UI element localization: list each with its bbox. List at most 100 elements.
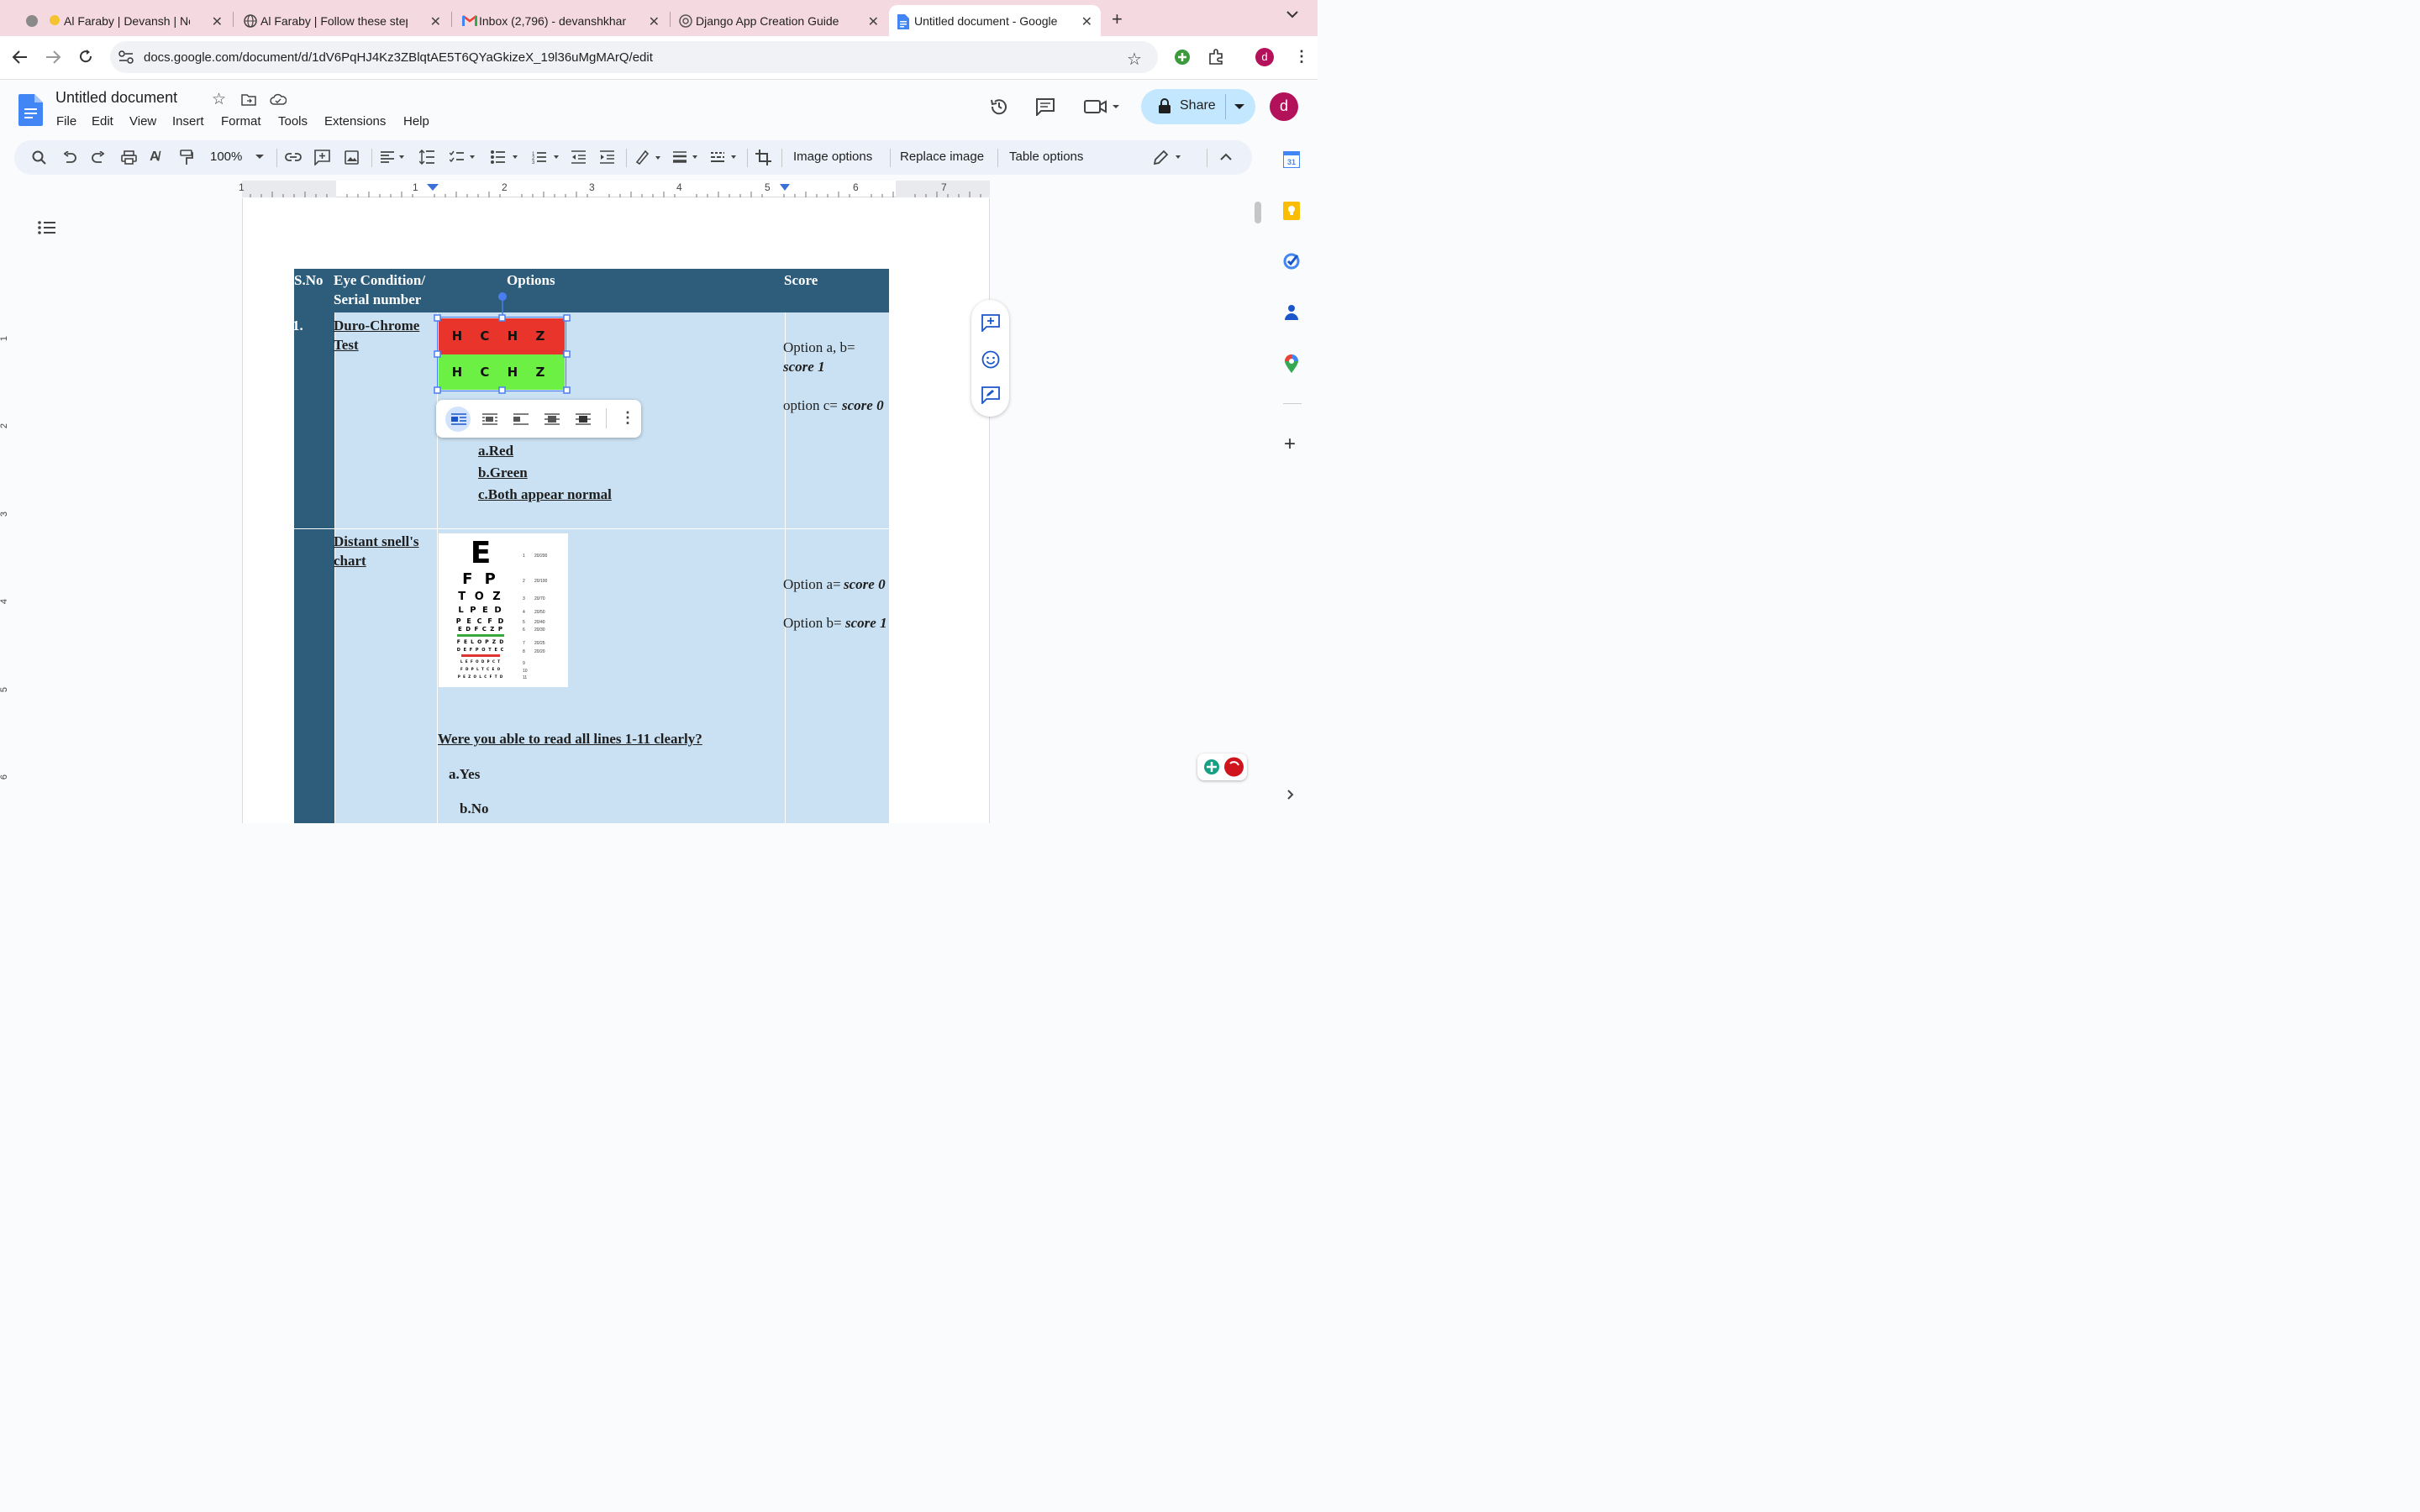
move-folder-icon[interactable] [241, 93, 256, 106]
vertical-ruler[interactable]: 1 2 3 4 5 6 [0, 198, 14, 823]
bulleted-list-icon[interactable] [491, 150, 521, 164]
tab-untitled-document[interactable]: Untitled document - Google D ✕ [889, 5, 1101, 36]
docs-logo-icon[interactable] [18, 94, 43, 126]
close-tab-icon[interactable]: ✕ [1081, 13, 1092, 30]
numbered-list-icon[interactable]: 123 [532, 150, 562, 164]
align-left-icon[interactable] [381, 151, 404, 163]
redo-icon[interactable] [92, 151, 105, 163]
editing-mode-icon[interactable] [1154, 150, 1182, 165]
star-icon[interactable]: ☆ [212, 90, 226, 109]
line-spacing-icon[interactable] [419, 150, 434, 165]
new-tab-icon[interactable]: + [1112, 8, 1123, 30]
tasks-icon[interactable] [1283, 253, 1300, 270]
grammar-extension-icon[interactable] [1203, 759, 1220, 775]
back-icon[interactable] [12, 50, 29, 65]
share-dropdown-icon[interactable] [1234, 104, 1244, 110]
reload-icon[interactable] [78, 49, 93, 64]
table-options-button[interactable]: Table options [1009, 150, 1083, 164]
tab-search-icon[interactable] [1286, 10, 1299, 18]
get-add-ons-icon[interactable]: + [1284, 433, 1296, 456]
document-outline-icon[interactable] [38, 220, 56, 235]
forward-icon[interactable] [45, 50, 61, 65]
keep-icon[interactable] [1283, 202, 1300, 220]
inline-layout-icon[interactable] [451, 413, 466, 425]
menu-help[interactable]: Help [403, 114, 429, 129]
menu-file[interactable]: File [56, 114, 76, 129]
show-side-panel-icon[interactable] [1287, 790, 1294, 800]
sno-cell[interactable] [294, 529, 334, 823]
snellen-ratio: 20/30 [534, 627, 545, 633]
account-avatar[interactable]: d [1270, 92, 1298, 121]
close-tab-icon[interactable]: ✕ [430, 13, 441, 30]
search-menus-icon[interactable] [32, 150, 46, 165]
behind-text-icon[interactable] [544, 413, 560, 425]
extensions-puzzle-icon[interactable] [1207, 49, 1224, 66]
scrollbar-thumb[interactable] [1255, 202, 1261, 223]
undo-icon[interactable] [63, 151, 76, 163]
document-title[interactable]: Untitled document [55, 89, 177, 107]
insert-link-icon[interactable] [285, 152, 302, 162]
break-text-icon[interactable] [513, 413, 529, 425]
close-tab-icon[interactable]: ✕ [868, 13, 879, 30]
bookmark-star-icon[interactable]: ☆ [1127, 49, 1142, 70]
spellcheck-icon[interactable]: A̸ [150, 150, 160, 165]
close-tab-icon[interactable]: ✕ [649, 13, 660, 30]
paint-format-icon[interactable] [180, 150, 193, 165]
border-color-icon[interactable] [635, 150, 662, 165]
extension-widget[interactable] [1197, 753, 1247, 780]
ruler-mark: 2 [0, 423, 10, 429]
print-icon[interactable] [121, 150, 137, 165]
extension-plus-icon[interactable] [1174, 49, 1191, 66]
meet-icon[interactable] [1084, 99, 1121, 114]
duochrome-image[interactable]: H C H Z C H C H Z C [434, 292, 571, 415]
menu-tools[interactable]: Tools [278, 114, 308, 129]
selection-handles[interactable] [434, 291, 571, 396]
collapse-menus-icon[interactable] [1220, 153, 1232, 160]
menu-view[interactable]: View [129, 114, 156, 129]
in-front-of-text-icon[interactable] [576, 413, 591, 425]
more-options-icon[interactable]: ⋮ [620, 409, 635, 427]
add-emoji-reaction-icon[interactable] [981, 350, 1000, 369]
site-settings-icon[interactable] [118, 50, 134, 64]
close-tab-icon[interactable]: ✕ [212, 13, 223, 30]
horizontal-ruler[interactable]: 1 1 2 3 4 5 6 7 [239, 181, 990, 197]
menu-extensions[interactable]: Extensions [324, 114, 386, 129]
menu-edit[interactable]: Edit [92, 114, 113, 129]
version-history-icon[interactable] [989, 97, 1009, 117]
image-options-button[interactable]: Image options [793, 150, 872, 164]
share-button[interactable]: Share [1141, 89, 1255, 124]
maps-icon[interactable] [1285, 354, 1298, 373]
condition-cell[interactable] [335, 529, 437, 823]
crop-image-icon[interactable] [755, 150, 771, 165]
border-width-icon[interactable] [673, 151, 702, 163]
tab-gmail[interactable]: Inbox (2,796) - devanshkhan ✕ [454, 5, 668, 36]
profile-avatar[interactable]: d [1255, 48, 1274, 66]
browser-menu-icon[interactable]: ⋮ [1294, 48, 1309, 66]
address-bar[interactable]: docs.google.com/document/d/1dV6PqHJ4Kz3Z… [110, 41, 1158, 73]
menu-insert[interactable]: Insert [172, 114, 204, 129]
tab-al-faraby-2[interactable]: Al Faraby | Follow these step ✕ [235, 5, 450, 36]
tab-django-guide[interactable]: Django App Creation Guide ✕ [671, 5, 887, 36]
red-extension-icon[interactable] [1223, 757, 1244, 777]
border-dash-icon[interactable] [711, 151, 739, 163]
insert-image-icon[interactable] [345, 150, 359, 165]
add-comment-icon[interactable] [981, 314, 1000, 332]
snellen-chart-image[interactable]: E F P T O Z L P E D P E C F D E D F C Z … [439, 533, 568, 687]
calendar-icon[interactable]: 31 [1283, 151, 1300, 168]
score-cell[interactable] [786, 529, 889, 823]
checklist-icon[interactable] [450, 150, 478, 164]
decrease-indent-icon[interactable] [571, 150, 587, 164]
add-comment-icon[interactable] [314, 150, 330, 165]
suggest-edits-icon[interactable] [981, 386, 1000, 404]
zoom-select[interactable]: 100% [210, 150, 242, 164]
wrap-text-icon[interactable] [482, 413, 497, 425]
zoom-dropdown-icon[interactable] [255, 155, 264, 160]
contacts-icon[interactable] [1285, 303, 1298, 320]
replace-image-button[interactable]: Replace image [900, 150, 984, 164]
increase-indent-icon[interactable] [600, 150, 615, 164]
menu-format[interactable]: Format [221, 114, 261, 129]
document-page[interactable]: S.No Eye Condition/ Serial number Option… [242, 198, 990, 823]
comments-icon[interactable] [1035, 97, 1055, 116]
tab-al-faraby-1[interactable]: Al Faraby | Devansh | No ✕ [17, 5, 231, 36]
sno-cell[interactable] [294, 312, 334, 528]
